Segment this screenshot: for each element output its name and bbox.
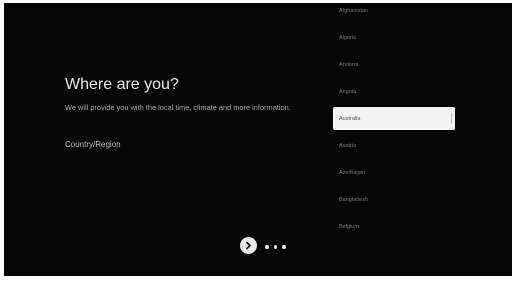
country-item[interactable]: Angola [339,89,356,95]
dot [265,245,269,249]
country-item-label: Australia [339,115,361,122]
page-description: We will provide you with the local time,… [65,103,291,112]
page-title: Where are you? [65,76,179,93]
more-options-button[interactable] [265,245,286,249]
country-item-selected[interactable]: Australia [333,107,455,130]
chevron-right-icon [246,241,251,250]
country-item[interactable]: Belgium [339,224,359,230]
tv-setup-screen: Where are you? We will provide you with … [4,3,512,276]
country-item[interactable]: Austria [339,143,356,149]
country-item[interactable]: Bangladesh [339,197,368,203]
dot [282,245,286,249]
country-item[interactable]: Afghanistan [339,8,368,14]
dot [273,245,277,249]
country-item[interactable]: Andorra [339,62,359,68]
country-item[interactable]: Azerbaijan [339,170,365,176]
next-button[interactable] [240,237,257,254]
country-region-label: Country/Region [65,140,121,149]
country-item[interactable]: Algeria [339,35,356,41]
country-list[interactable]: Afghanistan Algeria Andorra Angola Austr… [331,3,471,276]
selection-indicator [451,113,452,124]
